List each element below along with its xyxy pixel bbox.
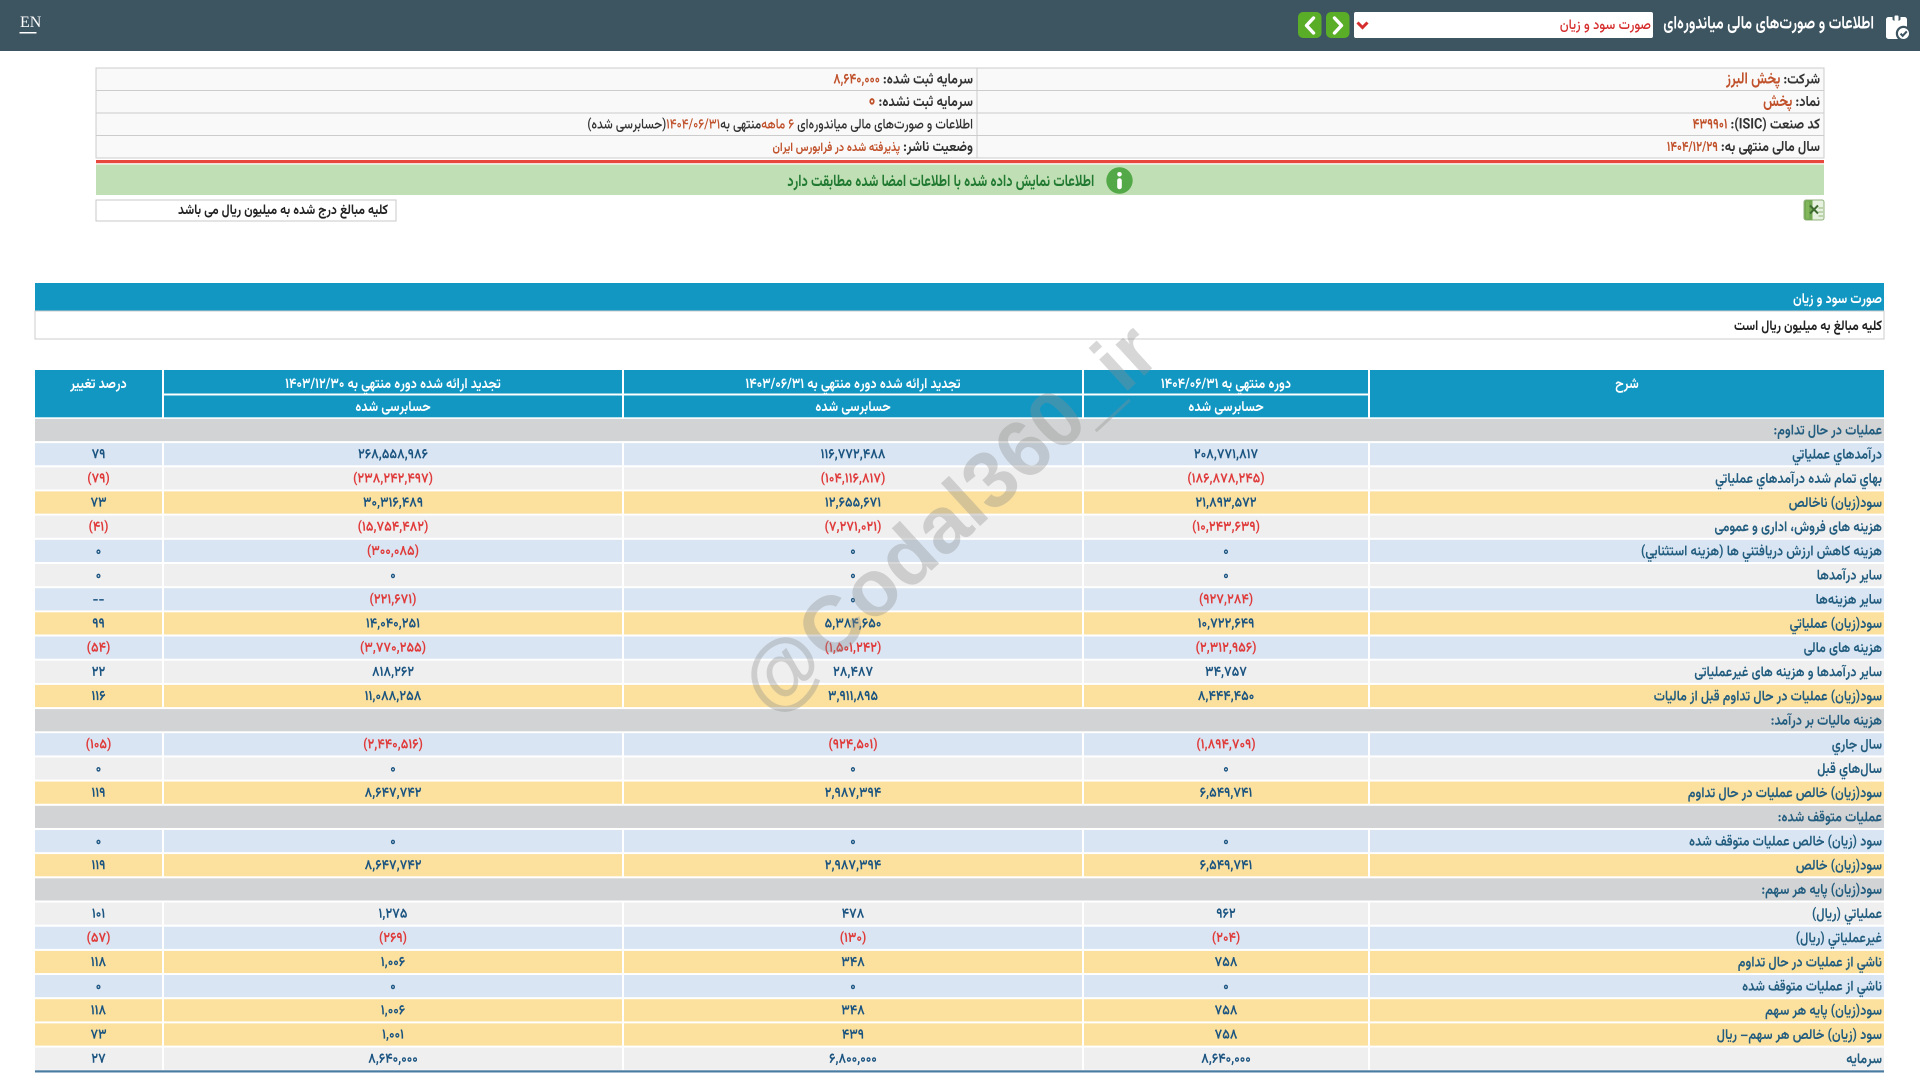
svg-text:EN: EN (20, 14, 42, 31)
